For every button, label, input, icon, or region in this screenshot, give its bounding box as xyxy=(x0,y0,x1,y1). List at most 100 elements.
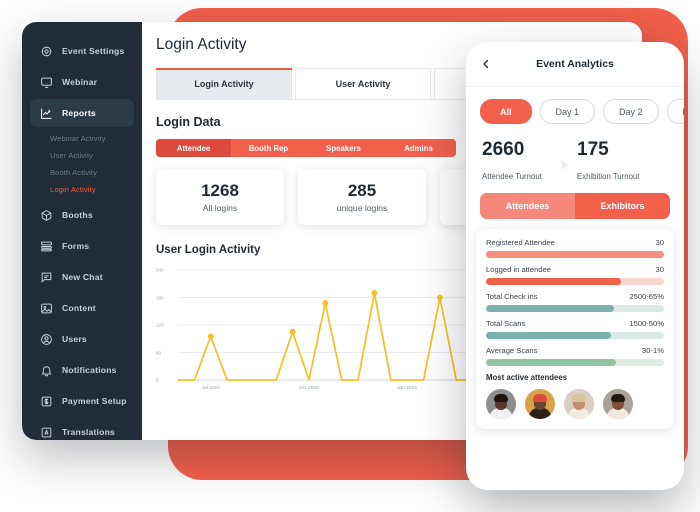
sidebar-item-booths[interactable]: Booths xyxy=(30,201,134,229)
role-filter-label: Speakers xyxy=(326,143,361,153)
day-chip-day-2[interactable]: Day 2 xyxy=(603,99,659,124)
day-filter-group: All Day 1 Day 2 Day 3 xyxy=(466,87,684,134)
sidebar-item-notifications[interactable]: Notifications xyxy=(30,356,134,384)
turnout-divider-arrow-icon xyxy=(562,160,568,170)
metric-row: Total Check ins 2500-65% xyxy=(486,292,664,312)
chevron-left-icon[interactable] xyxy=(480,58,492,70)
sidebar-item-label: Notifications xyxy=(62,365,117,375)
role-filter-speakers[interactable]: Speakers xyxy=(306,139,381,157)
attendee-avatar-2[interactable] xyxy=(525,388,555,419)
sidebar-item-label: Payment Setup xyxy=(62,396,127,406)
attendee-avatar-3[interactable] xyxy=(564,388,594,419)
chart-y-tick: 0 xyxy=(156,377,159,383)
sidebar-item-forms[interactable]: Forms xyxy=(30,232,134,260)
sidebar-item-label: Content xyxy=(62,303,96,313)
metric-name: Logged in attendee xyxy=(486,264,552,274)
metric-value: 30-1% xyxy=(642,345,664,355)
sidebar-item-label: Translations xyxy=(62,427,116,437)
metric-name: Total Check ins xyxy=(486,291,538,301)
metric-value: 2500-65% xyxy=(629,291,664,301)
metric-name: Average Scans xyxy=(486,345,538,355)
sidebar-item-new-chat[interactable]: New Chat xyxy=(30,263,134,291)
user-circle-icon xyxy=(40,333,53,346)
chart-y-tick: 120 xyxy=(156,322,164,328)
sidebar-item-payment-setup[interactable]: Payment Setup xyxy=(30,387,134,415)
gear-icon xyxy=(40,45,53,58)
day-chip-day-3[interactable]: Day 3 xyxy=(666,99,684,124)
sidebar-subitem-label: User Activity xyxy=(50,151,94,160)
sidebar-subitem-booth-activity[interactable]: Booth Activity xyxy=(22,164,142,181)
day-chip-day-1[interactable]: Day 1 xyxy=(539,99,596,124)
stat-card-unique-logins: 285 unique logins xyxy=(298,169,426,225)
metric-progress-fill xyxy=(486,358,616,366)
sidebar-subitem-label: Webinar Activity xyxy=(50,134,106,143)
turnout-label: Attendee Turnout xyxy=(482,171,542,181)
toggle-attendees[interactable]: Attendees xyxy=(480,192,575,219)
event-analytics-panel: Event Analytics All Day 1 Day 2 Day 3 26… xyxy=(466,42,684,490)
cube-icon xyxy=(40,209,53,222)
sidebar-item-content[interactable]: Content xyxy=(30,294,134,322)
sidebar-subitem-webinar-activity[interactable]: Webinar Activity xyxy=(22,130,142,147)
sidebar-item-webinar[interactable]: Webinar xyxy=(30,68,134,96)
toggle-exhibitors[interactable]: Exhibitors xyxy=(575,193,670,219)
audience-toggle: Attendees Exhibitors xyxy=(480,192,670,219)
sidebar-item-label: Forms xyxy=(62,241,90,251)
metric-progress-fill xyxy=(486,331,611,339)
tab-login-activity[interactable]: Login Activity xyxy=(156,68,292,99)
sidebar-item-users[interactable]: Users xyxy=(30,325,134,353)
most-active-attendees-label: Most active attendees xyxy=(486,372,568,382)
screenshot-stage: Event Settings Webinar Reports Webinar A… xyxy=(0,0,700,512)
role-filter-admins[interactable]: Admins xyxy=(381,139,456,157)
chart-x-tick: Oct 2020 xyxy=(299,386,319,391)
sidebar-item-label: Booths xyxy=(62,210,93,220)
metric-row: Registered Attendee 30 xyxy=(486,238,664,258)
role-filter-attendee[interactable]: Attendee xyxy=(156,139,231,157)
tab-user-activity[interactable]: User Activity xyxy=(295,68,431,99)
sidebar-item-translations[interactable]: Translations xyxy=(30,418,134,440)
sidebar-subitem-login-activity[interactable]: Login Activity xyxy=(22,181,142,198)
sidebar-item-label: New Chat xyxy=(62,272,103,282)
metric-progress-track xyxy=(486,250,664,258)
sidebar-item-reports[interactable]: Reports xyxy=(30,99,134,127)
forms-icon xyxy=(40,240,53,253)
toggle-label: Exhibitors xyxy=(600,200,645,211)
panel-title: Event Analytics xyxy=(536,58,614,70)
stat-value: 285 xyxy=(347,180,377,200)
day-chip-all[interactable]: All xyxy=(480,99,532,124)
sidebar-item-event-settings[interactable]: Event Settings xyxy=(30,37,134,65)
chart-x-tick: Jan 2021 xyxy=(397,386,418,391)
stat-value: 1268 xyxy=(201,180,239,200)
chart-x-tick: Jul 2020 xyxy=(201,386,220,391)
tab-label: User Activity xyxy=(335,79,391,89)
metric-progress-track xyxy=(486,358,664,366)
toggle-label: Attendees xyxy=(505,200,550,211)
metric-progress-fill xyxy=(486,277,622,285)
sidebar-subitem-label: Login Activity xyxy=(50,185,96,194)
day-chip-label: Day 1 xyxy=(555,106,580,117)
metric-progress-track xyxy=(486,277,664,285)
panel-header: Event Analytics xyxy=(466,42,684,87)
role-filter-label: Booth Rep xyxy=(248,143,289,153)
metric-row: Total Scans 1500-50% xyxy=(486,319,664,339)
day-chip-label: All xyxy=(500,106,512,117)
attendee-avatar-4[interactable] xyxy=(603,388,633,419)
turnout-value: 175 xyxy=(577,139,609,160)
sidebar-item-label: Reports xyxy=(62,108,96,118)
bell-icon xyxy=(40,364,53,377)
dollar-box-icon xyxy=(40,395,53,408)
role-filter-group: Attendee Booth Rep Speakers Admins xyxy=(156,139,456,157)
attendee-avatar-1[interactable] xyxy=(486,388,516,419)
stat-label: All logins xyxy=(202,202,238,213)
tab-label: Login Activity xyxy=(194,79,254,89)
turnout-exhibition: 175 Exhibition Turnout xyxy=(577,139,672,181)
metric-row: Logged in attendee 30 xyxy=(486,265,664,285)
day-chip-label: Day 2 xyxy=(619,106,643,117)
role-filter-booth-rep[interactable]: Booth Rep xyxy=(231,139,306,157)
metric-value: 1500-50% xyxy=(629,318,664,328)
day-chip-label: Day 3 xyxy=(683,107,684,117)
sidebar-item-label: Users xyxy=(62,334,87,344)
turnout-value: 2660 xyxy=(482,139,525,160)
metric-name: Total Scans xyxy=(486,318,526,328)
sidebar-subitem-user-activity[interactable]: User Activity xyxy=(22,147,142,164)
sidebar-item-label: Event Settings xyxy=(62,46,125,56)
